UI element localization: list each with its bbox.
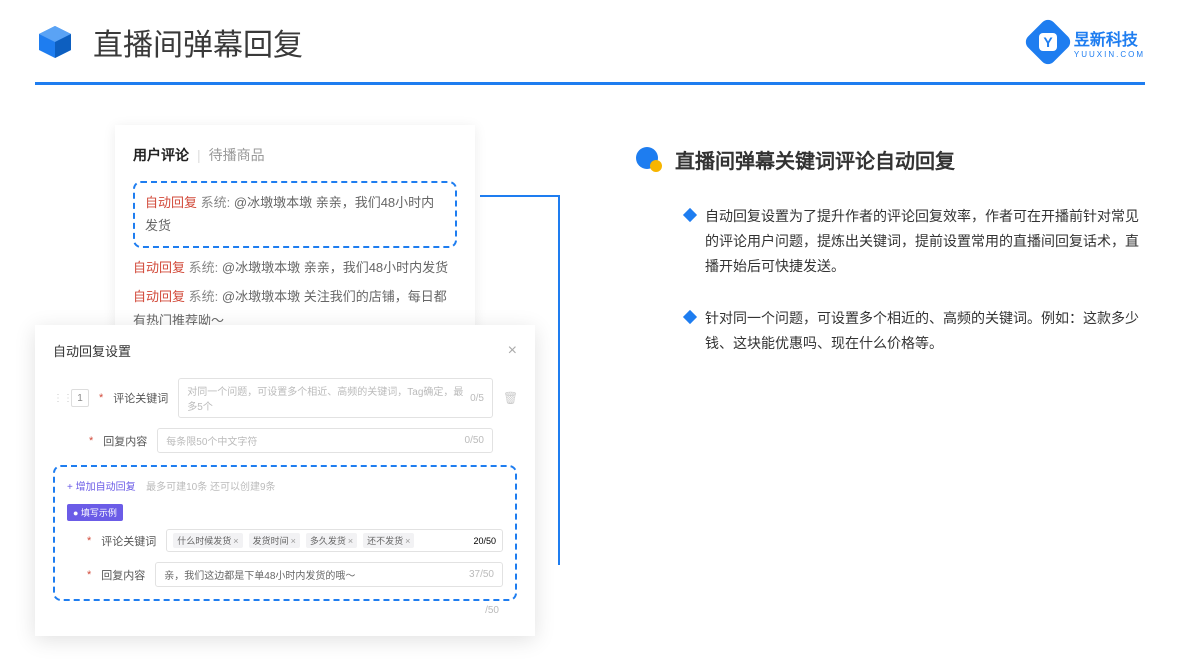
section-title: 直播间弹幕关键词评论自动回复 — [675, 145, 955, 174]
add-auto-reply-link[interactable]: + 增加自动回复 — [67, 482, 136, 493]
page-title: 直播间弹幕回复 — [93, 20, 303, 64]
tab-pending-products[interactable]: 待播商品 — [209, 145, 265, 165]
auto-reply-settings-modal: 自动回复设置 × ⋮⋮ 1 * 评论关键词 对同一个问题，可设置多个相近、高频的… — [35, 325, 535, 636]
content-label: 回复内容 — [103, 433, 147, 449]
keyword-tag[interactable]: 什么时候发货× — [173, 533, 242, 548]
example-content-input[interactable]: 亲，我们这边都是下单48小时内发货的哦～ 37/50 — [155, 562, 503, 587]
row-number: 1 — [71, 389, 89, 407]
example-keyword-input[interactable]: 什么时候发货×发货时间×多久发货×还不发货× 20/50 — [166, 529, 503, 552]
brand-logo: Y 昱新科技 YUUXIN.COM — [1030, 24, 1145, 60]
add-hint: 最多可建10条 还可以创建9条 — [146, 482, 275, 493]
highlighted-comment: 自动回复 系统: @冰墩墩本墩 亲亲，我们48小时内发货 — [133, 181, 457, 248]
outer-count: /50 — [53, 605, 517, 616]
keyword-tag[interactable]: 多久发货× — [306, 533, 357, 548]
content-input[interactable]: 每条限50个中文字符 0/50 — [157, 428, 493, 453]
keyword-input[interactable]: 对同一个问题，可设置多个相近、高频的关键词，Tag确定，最多5个 0/5 — [178, 378, 493, 418]
tab-divider: | — [197, 147, 201, 163]
close-icon[interactable]: × — [508, 342, 517, 360]
drag-handle-icon[interactable]: ⋮⋮ — [53, 393, 61, 404]
keyword-tag[interactable]: 发货时间× — [249, 533, 300, 548]
required-star: * — [99, 392, 103, 404]
auto-reply-tag: 自动回复 — [145, 195, 197, 210]
comment-item: 自动回复 系统: @冰墩墩本墩 亲亲，我们48小时内发货 — [133, 256, 457, 279]
chat-bubble-icon — [635, 146, 663, 174]
example-badge: ● 填写示例 — [67, 504, 123, 521]
brand-url: YUUXIN.COM — [1074, 50, 1145, 59]
keyword-label: 评论关键词 — [113, 390, 168, 406]
example-box: + 增加自动回复 最多可建10条 还可以创建9条 ● 填写示例 * 评论关键词 … — [53, 465, 517, 601]
keyword-tag[interactable]: 还不发货× — [363, 533, 414, 548]
diamond-bullet-icon — [683, 309, 697, 323]
diamond-bullet-icon — [683, 208, 697, 222]
tab-user-comments[interactable]: 用户评论 — [133, 145, 189, 165]
bullet-item: 针对同一个问题，可设置多个相近的、高频的关键词。例如：这款多少钱、这块能优惠吗、… — [635, 306, 1145, 356]
bullet-item: 自动回复设置为了提升作者的评论回复效率，作者可在开播前针对常见的评论用户问题，提… — [635, 204, 1145, 280]
modal-title: 自动回复设置 — [53, 341, 131, 360]
cube-icon — [35, 22, 75, 62]
brand-name: 昱新科技 — [1074, 26, 1145, 50]
delete-icon[interactable]: 🗑 — [503, 391, 517, 405]
